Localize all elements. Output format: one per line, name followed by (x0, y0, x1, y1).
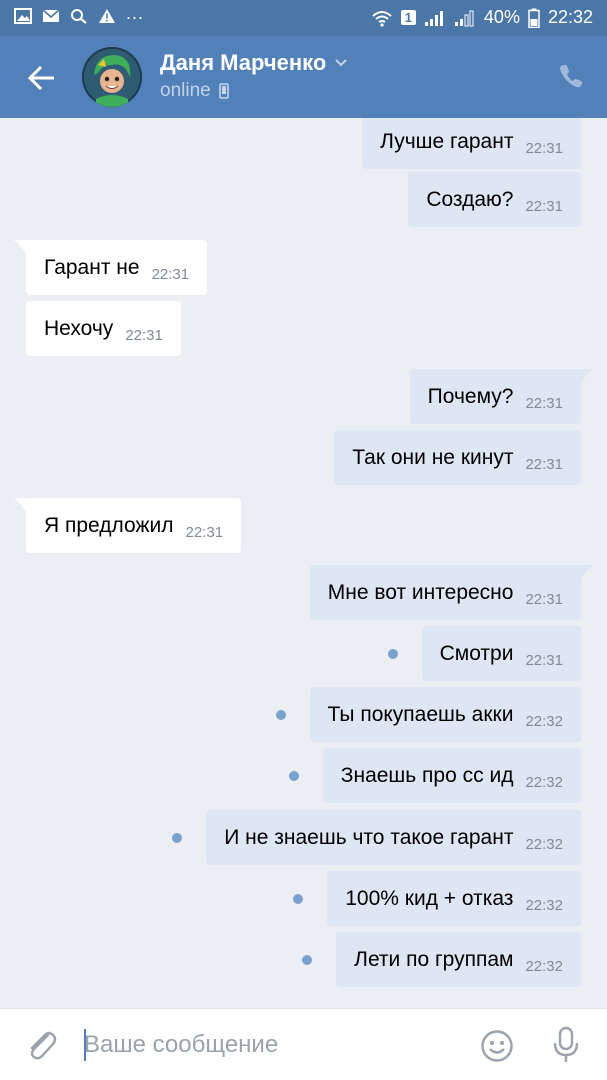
message-list[interactable]: Лучше гарант 22:31 Создаю? 22:31 Гарант не 22… (0, 118, 607, 1008)
message-text: Лучше гарант (380, 129, 514, 153)
message-time: 22:32 (525, 713, 563, 730)
message-text: Гарант не (44, 255, 140, 279)
contact-name-dropdown[interactable]: Даня Марченко (160, 50, 348, 76)
incoming-message[interactable]: Нехочу 22:31 (26, 301, 181, 356)
bubble-tail (579, 565, 593, 583)
microphone-icon[interactable] (550, 1025, 582, 1065)
message-time: 22:31 (525, 591, 563, 608)
mobile-device-icon (218, 83, 229, 99)
outgoing-message[interactable]: Лучше гарант 22:31 (362, 118, 581, 169)
clock: 22:32 (547, 7, 593, 27)
battery-icon (528, 8, 540, 28)
avatar-image (82, 47, 142, 107)
outgoing-message[interactable]: Знаешь про сс ид 22:32 (322, 748, 581, 803)
battery-percent: 40% (483, 7, 520, 27)
status-bar-right: 1 40% 22:32 (371, 7, 593, 28)
message-time: 22:31 (525, 652, 563, 669)
avatar[interactable] (82, 47, 142, 107)
message-text: Нехочу (44, 316, 114, 340)
sim-badge: 1 (400, 10, 416, 25)
unread-indicator (302, 955, 312, 965)
message-text: Мне вот интересно (327, 580, 514, 604)
outgoing-message[interactable]: И не знаешь что такое гарант 22:32 (206, 810, 581, 865)
warning-icon (99, 9, 115, 23)
outgoing-message[interactable]: Смотри 22:31 (421, 626, 581, 681)
outgoing-message[interactable]: Так они не кинут 22:31 (334, 430, 581, 485)
unread-indicator (172, 833, 182, 843)
message-text: Создаю? (426, 187, 514, 211)
message-text: И не знаешь что такое гарант (224, 825, 514, 849)
outgoing-message[interactable]: Создаю? 22:31 (408, 172, 581, 227)
message-text: 100% кид + отказ (345, 886, 514, 910)
chevron-down-icon (335, 59, 348, 67)
contact-status: online (160, 80, 229, 102)
message-text: Ты покупаешь акки (327, 702, 514, 726)
back-arrow-icon[interactable] (22, 58, 62, 98)
incoming-message[interactable]: Я предложил 22:31 (14, 498, 242, 553)
message-time: 22:31 (185, 524, 224, 541)
bubble-tail (14, 498, 28, 516)
incoming-message[interactable]: Гарант не 22:31 (14, 240, 208, 295)
message-text: Я предложил (44, 513, 174, 537)
wifi-icon (372, 10, 392, 27)
emoji-icon[interactable] (480, 1029, 514, 1063)
message-time: 22:32 (525, 774, 563, 791)
unread-indicator (388, 649, 398, 659)
status-bar: ... 1 40% 22:32 (0, 0, 607, 36)
message-text: Почему? (427, 384, 514, 408)
message-time: 22:31 (525, 140, 563, 157)
signal-icon-2 (454, 10, 474, 26)
unread-indicator (289, 771, 299, 781)
attach-icon[interactable] (24, 1027, 58, 1063)
unread-indicator (293, 894, 303, 904)
unread-indicator (276, 710, 286, 720)
contact-name: Даня Марченко (160, 50, 327, 75)
message-text: Знаешь про сс ид (340, 763, 514, 787)
outgoing-message[interactable]: Почему? 22:31 (409, 369, 593, 424)
mail-icon (42, 9, 60, 22)
bubble-tail (579, 369, 593, 387)
message-text: Смотри (439, 641, 514, 665)
message-text: Лети по группам (354, 947, 514, 971)
outgoing-message[interactable]: Мне вот интересно 22:31 (309, 565, 593, 620)
online-status: online (160, 80, 211, 101)
message-time: 22:31 (525, 395, 563, 412)
message-time: 22:31 (151, 266, 190, 283)
bubble-tail (14, 240, 28, 258)
status-bar-left: ... (14, 3, 144, 24)
message-time: 22:31 (125, 327, 163, 344)
message-composer (0, 1008, 607, 1080)
search-icon (71, 9, 87, 24)
message-input[interactable] (84, 1027, 454, 1063)
message-time: 22:32 (525, 897, 563, 914)
phone-icon[interactable] (557, 62, 585, 90)
more-notifications: ... (126, 2, 145, 23)
message-time: 22:32 (525, 836, 563, 853)
outgoing-message[interactable]: Лети по группам 22:32 (336, 932, 581, 987)
outgoing-message[interactable]: Ты покупаешь акки 22:32 (309, 687, 581, 742)
outgoing-message[interactable]: 100% кид + отказ 22:32 (327, 871, 581, 926)
message-text: Так они не кинут (352, 445, 514, 469)
message-time: 22:31 (525, 198, 563, 215)
signal-icon (424, 10, 443, 26)
gallery-icon (14, 8, 32, 24)
message-time: 22:31 (525, 456, 563, 473)
message-time: 22:32 (525, 958, 563, 975)
chat-header: Даня Марченко online (0, 36, 607, 118)
